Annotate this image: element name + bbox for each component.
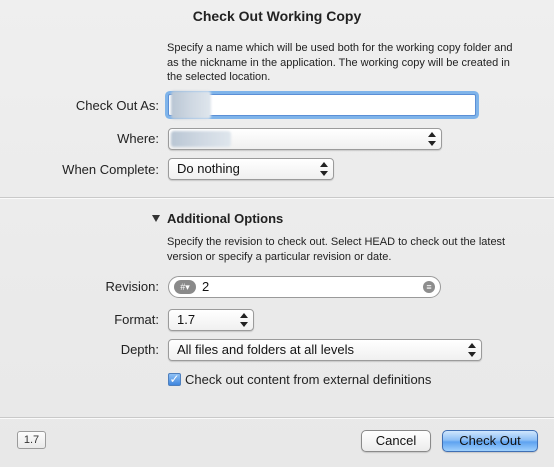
externals-label[interactable]: Check out content from external definiti… (185, 372, 431, 387)
depth-popup[interactable]: All files and folders at all levels (168, 339, 482, 361)
revision-value: 2 (202, 279, 210, 294)
check-out-button[interactable]: Check Out (442, 430, 538, 452)
where-label: Where: (117, 131, 159, 146)
where-popup[interactable] (168, 128, 442, 150)
version-badge: 1.7 (17, 431, 46, 449)
revision-description: Specify the revision to check out. Selec… (167, 236, 506, 263)
additional-options-title[interactable]: Additional Options (167, 211, 283, 226)
cancel-button[interactable]: Cancel (361, 430, 431, 452)
when-complete-label: When Complete: (62, 162, 159, 177)
redacted-name (171, 91, 211, 119)
redacted-location (171, 131, 231, 147)
revision-menu-icon[interactable]: #▾ (174, 280, 196, 294)
check-out-as-label: Check Out As: (75, 98, 159, 113)
revision-options-icon[interactable]: ≡ (423, 281, 435, 293)
externals-checkbox[interactable]: ✓ (168, 373, 181, 386)
format-popup[interactable]: 1.7 (168, 309, 254, 331)
updown-arrows-icon (468, 343, 476, 357)
sheet-title: Check Out Working Copy (192, 8, 362, 24)
separator-highlight (0, 198, 554, 199)
depth-value: All files and folders at all levels (177, 342, 355, 357)
check-out-sheet: Check Out Working Copy Specify a name wh… (0, 0, 554, 467)
bottom-separator-highlight (0, 418, 554, 419)
format-value: 1.7 (177, 312, 196, 327)
disclosure-triangle-icon[interactable] (152, 215, 160, 222)
when-complete-popup[interactable]: Do nothing (168, 158, 334, 180)
sheet-description: Specify a name which will be used both f… (167, 42, 513, 84)
check-out-as-field[interactable] (168, 91, 476, 119)
when-complete-value: Do nothing (177, 161, 240, 176)
format-label: Format: (114, 312, 159, 327)
updown-arrows-icon (320, 162, 328, 176)
updown-arrows-icon (428, 132, 436, 146)
updown-arrows-icon (240, 313, 248, 327)
depth-label: Depth: (120, 342, 159, 357)
revision-field[interactable]: #▾ 2 ≡ (168, 276, 441, 298)
revision-label: Revision: (105, 279, 159, 294)
